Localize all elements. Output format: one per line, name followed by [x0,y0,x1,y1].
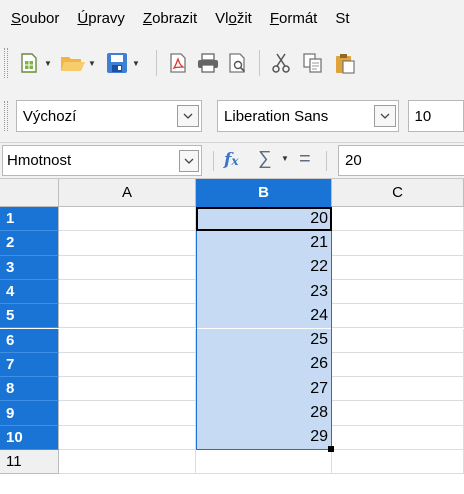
cell-a3[interactable] [59,255,196,280]
formula-bar: Hmotnost fx ∑ ▼ = 20 [0,143,464,179]
cell-a7[interactable] [59,352,196,378]
menu-insert[interactable]: Vložit [215,10,252,27]
menu-view[interactable]: Zobrazit [143,10,197,27]
menu-bar: Soubor Úpravy Zobrazit Vložit Formát St [0,0,464,36]
copy-icon[interactable] [300,49,326,77]
cell-b8[interactable]: 27 [196,377,332,402]
formula-equals-icon[interactable]: = [299,148,311,171]
row-header-1[interactable]: 1 [0,207,59,232]
toolbar-separator [156,50,157,76]
cell-a6[interactable] [59,328,196,353]
open-folder-icon[interactable] [60,49,86,77]
font-name-combo[interactable]: Liberation Sans [217,100,399,132]
cell-a11[interactable] [59,450,196,475]
menu-file[interactable]: Soubor [11,10,59,27]
cell-c5[interactable] [332,304,464,329]
paragraph-style-combo[interactable]: Výchozí [15,100,203,132]
cell-b3[interactable]: 22 [196,255,332,280]
menu-edit[interactable]: Úpravy [77,10,125,27]
cell-c2[interactable] [332,231,464,256]
cell-c7[interactable] [332,352,464,378]
chevron-down-icon[interactable] [179,150,199,172]
cell-c1[interactable] [332,207,464,232]
toolbar-separator [259,50,260,76]
cell-a9[interactable] [59,401,196,426]
cell-c4[interactable] [332,279,464,305]
formula-bar-separator [213,151,214,171]
row-header-8[interactable]: 8 [0,377,59,402]
cell-c3[interactable] [332,255,464,280]
cell-a2[interactable] [59,231,196,256]
print-preview-icon[interactable] [225,49,251,77]
formula-input-value: 20 [345,152,362,169]
formatting-toolbar: Výchozí Liberation Sans 10 [0,90,464,143]
name-box-value: Hmotnost [7,152,72,169]
column-header-a[interactable]: A [59,179,196,207]
sum-dropdown-icon[interactable]: ▼ [281,154,289,163]
column-header-c[interactable]: C [332,179,464,207]
save-dropdown-icon[interactable]: ▼ [130,49,142,77]
name-box[interactable]: Hmotnost [2,145,202,176]
cell-c9[interactable] [332,401,464,426]
chevron-down-icon[interactable] [177,105,200,127]
cell-b11[interactable] [196,450,332,475]
font-size-value: 10 [414,107,432,125]
chevron-down-icon[interactable] [373,105,396,127]
fill-handle[interactable] [328,446,334,452]
new-dropdown-icon[interactable]: ▼ [42,49,54,77]
paste-icon[interactable] [332,49,358,77]
row-header-11[interactable]: 11 [0,450,59,475]
cell-b4[interactable]: 23 [196,279,332,305]
row-header-9[interactable]: 9 [0,401,59,426]
row-header-7[interactable]: 7 [0,352,59,378]
new-document-icon[interactable] [16,49,42,77]
spreadsheet-grid: A B C 1 20 2 21 3 22 4 23 5 24 6 25 7 26 8 27 9 28 10 29 11 [0,179,464,494]
cell-c10[interactable] [332,425,464,450]
cell-b10[interactable]: 29 [196,425,332,450]
open-dropdown-icon[interactable]: ▼ [86,49,98,77]
row-header-6[interactable]: 6 [0,328,59,353]
formula-bar-separator [326,151,327,171]
row-header-10[interactable]: 10 [0,425,59,450]
save-icon[interactable] [104,49,130,77]
cell-b7[interactable]: 26 [196,352,332,378]
cell-b9[interactable]: 28 [196,401,332,426]
cut-icon[interactable] [268,49,294,77]
cell-c8[interactable] [332,377,464,402]
cell-c6[interactable] [332,328,464,353]
cell-a1[interactable] [59,207,196,232]
cell-c11[interactable] [332,450,464,475]
cell-a5[interactable] [59,304,196,329]
toolbar-grip[interactable] [4,48,8,78]
column-header-b[interactable]: B [196,179,332,207]
cell-b1[interactable]: 20 [196,207,332,232]
paragraph-style-value: Výchozí [22,107,77,125]
cell-b2[interactable]: 21 [196,231,332,256]
row-header-2[interactable]: 2 [0,231,59,256]
cell-a10[interactable] [59,425,196,450]
row-header-3[interactable]: 3 [0,255,59,280]
font-size-combo[interactable]: 10 [407,100,464,132]
export-pdf-icon[interactable] [165,49,191,77]
menu-styles[interactable]: St [335,10,349,27]
standard-toolbar: ▼ ▼ ▼ [0,36,464,90]
formula-input[interactable]: 20 [338,145,464,176]
cell-a4[interactable] [59,279,196,305]
cell-a8[interactable] [59,377,196,402]
toolbar-grip[interactable] [4,101,8,131]
row-header-5[interactable]: 5 [0,304,59,329]
select-all-corner[interactable] [0,179,59,207]
sum-icon[interactable]: ∑ [258,148,272,170]
menu-format[interactable]: Formát [270,10,318,27]
row-header-4[interactable]: 4 [0,279,59,305]
print-icon[interactable] [195,49,221,77]
font-name-value: Liberation Sans [224,107,329,125]
cell-b6[interactable]: 25 [196,328,332,353]
function-wizard-icon[interactable]: fx [224,150,238,170]
cell-b5[interactable]: 24 [196,304,332,329]
